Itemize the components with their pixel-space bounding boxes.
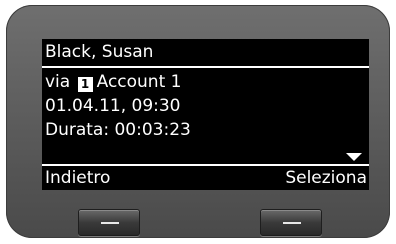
- phone-device-body: Black, Susan via 1 Account 1 01.04.11, 09…: [6, 5, 390, 238]
- dash-icon: [283, 222, 301, 224]
- call-duration: Durata: 00:03:23: [45, 120, 191, 140]
- call-datetime: 01.04.11, 09:30: [45, 96, 181, 116]
- scroll-down-icon: [346, 153, 362, 161]
- right-softkey-button[interactable]: [260, 209, 322, 236]
- account-name: Account 1: [96, 72, 182, 92]
- dash-icon: [101, 222, 119, 224]
- contact-name-title: Black, Susan: [45, 42, 154, 62]
- title-divider: [42, 66, 369, 68]
- account-number-icon: 1: [77, 77, 93, 92]
- left-softkey-button[interactable]: [78, 209, 140, 236]
- via-label: via: [45, 72, 71, 92]
- account-line: via 1 Account 1: [45, 70, 365, 94]
- softkey-back-label: Indietro: [45, 168, 111, 188]
- call-details: via 1 Account 1 01.04.11, 09:30 Durata: 0…: [45, 70, 365, 142]
- display-screen: Black, Susan via 1 Account 1 01.04.11, 09…: [42, 39, 369, 190]
- softkey-select-label: Seleziona: [285, 168, 367, 188]
